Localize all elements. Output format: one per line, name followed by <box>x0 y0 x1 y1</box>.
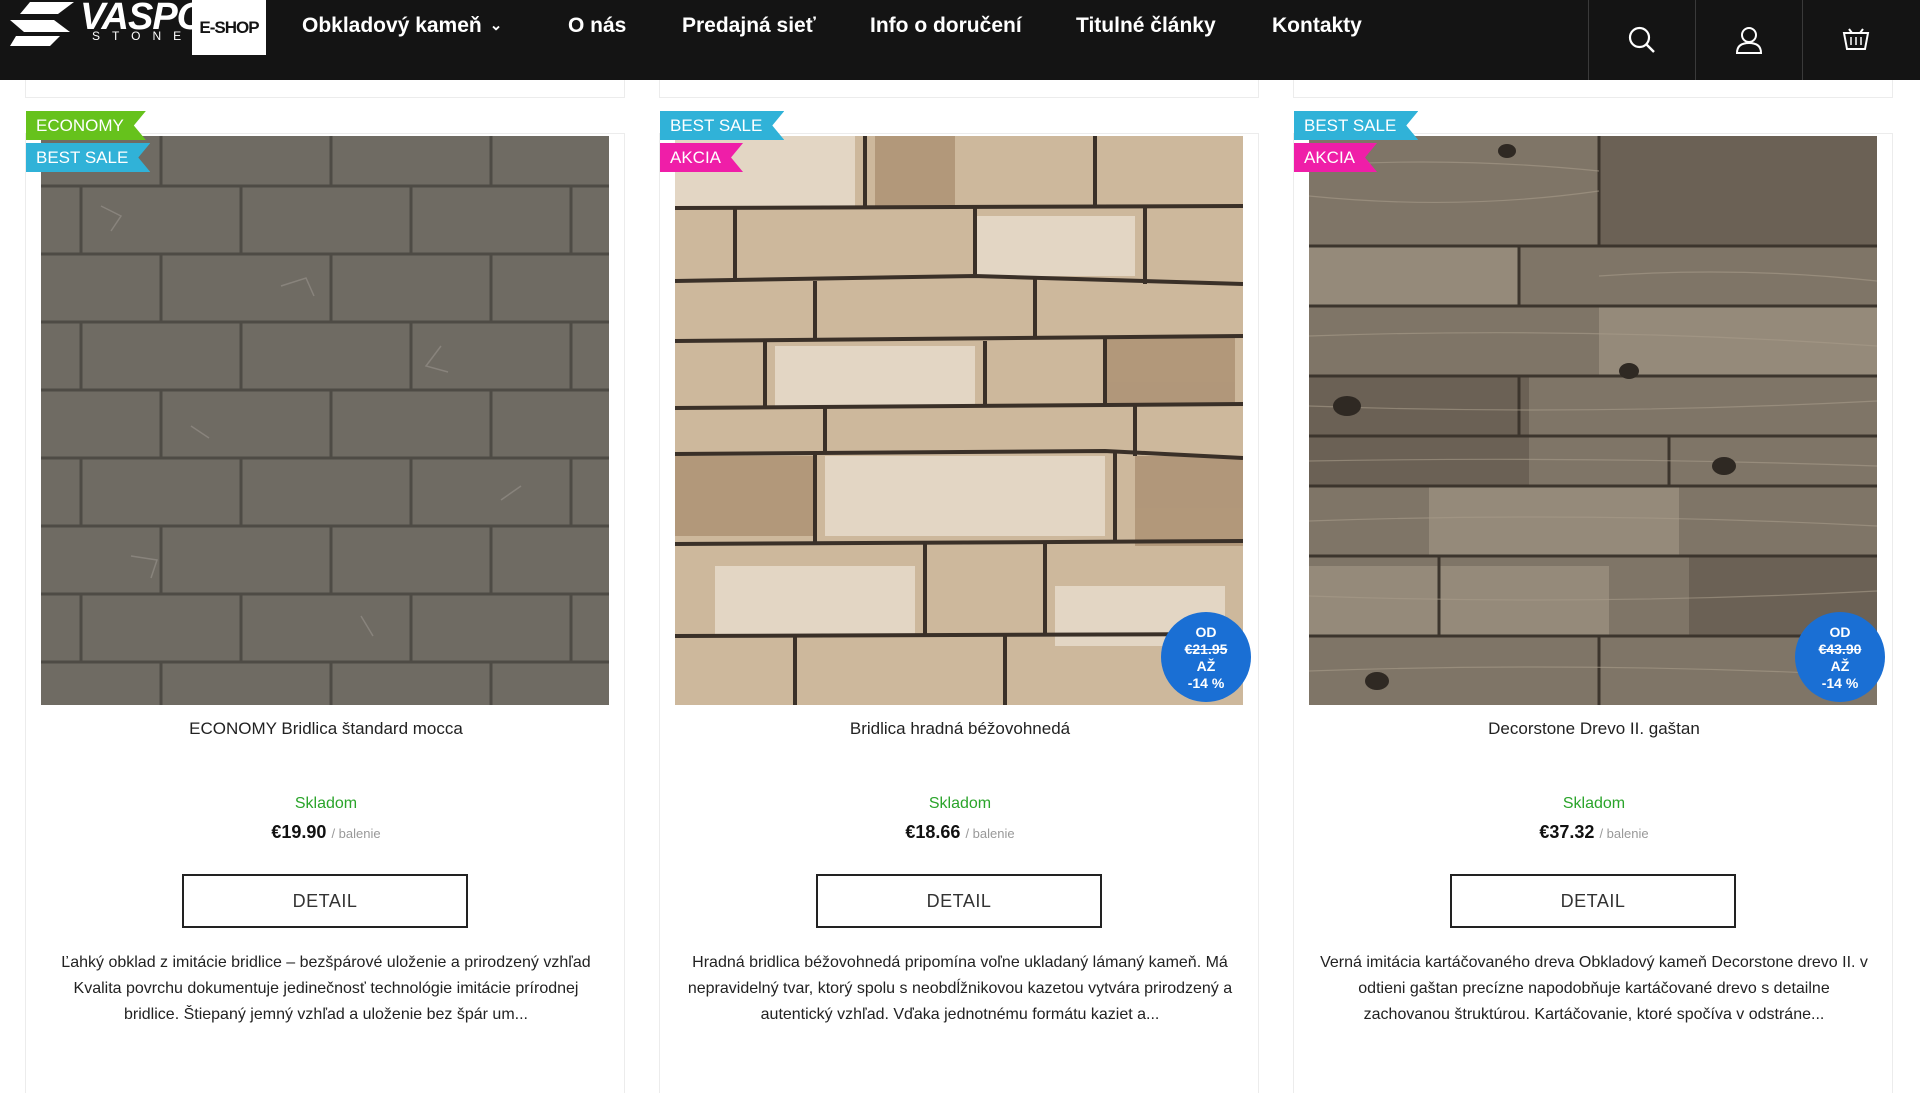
cart-icon <box>1842 28 1870 50</box>
product-title[interactable]: Decorstone Drevo II. gaštan <box>1294 719 1894 739</box>
product-title[interactable]: ECONOMY Bridlica štandard mocca <box>26 719 626 739</box>
product-image[interactable] <box>1309 136 1877 705</box>
logo-mark-icon <box>10 2 74 46</box>
chevron-down-icon: ⌄ <box>489 17 503 34</box>
best-sale-badge: BEST SALE <box>1294 111 1418 140</box>
discount-from: OD <box>1829 624 1851 640</box>
product-card: BEST SALE AKCIA OD €21.95 AŽ -14 % Bridl… <box>659 133 1259 1093</box>
nav-item-titulne-clanky[interactable]: Titulné články <box>1076 14 1216 38</box>
product-description: Ľahký obklad z imitácie bridlice – bezšp… <box>61 954 591 1023</box>
previous-card-bottom <box>1293 80 1893 98</box>
product-price: €18.66 / balenie <box>660 822 1260 843</box>
stock-status: Skladom <box>928 795 992 812</box>
vaspo-logo[interactable]: VASPO STONE <box>10 0 206 55</box>
discount-to: AŽ <box>1830 658 1850 674</box>
stock-status: Skladom <box>1562 795 1626 812</box>
stacked-stone-image <box>675 136 1243 705</box>
cart-button[interactable] <box>1802 0 1909 80</box>
detail-button[interactable]: DETAIL <box>816 874 1102 928</box>
product-image[interactable] <box>675 136 1243 705</box>
account-button[interactable] <box>1695 0 1802 80</box>
product-description: Hradná bridlica béžovohnedá pripomína vo… <box>687 954 1233 1023</box>
price-value: €19.90 <box>271 822 327 842</box>
discount-old-price: €43.90 <box>1818 641 1862 657</box>
logo-subtext: STONE <box>92 29 194 43</box>
akcia-badge: AKCIA <box>1294 143 1377 172</box>
product-price: €19.90 / balenie <box>26 822 626 843</box>
nav-item-kontakty[interactable]: Kontakty <box>1272 14 1362 38</box>
discount-percent: -14 % <box>1187 675 1225 691</box>
search-icon <box>1628 26 1655 53</box>
slate-tile-image <box>41 136 609 705</box>
nav-item-label: Obkladový kameň <box>302 14 482 37</box>
product-description: Verná imitácia kartáčovaného dreva Obkla… <box>1320 954 1868 1023</box>
akcia-badge: AKCIA <box>660 143 743 172</box>
product-card: ECONOMY BEST SALE ECONOMY Bridlica štand… <box>25 133 625 1093</box>
economy-badge: ECONOMY <box>26 111 146 140</box>
price-unit: / balenie <box>1599 826 1649 841</box>
price-unit: / balenie <box>965 826 1015 841</box>
stock-status: Skladom <box>294 795 358 812</box>
search-button[interactable] <box>1588 0 1695 80</box>
discount-badge: OD €43.90 AŽ -14 % <box>1795 612 1885 702</box>
product-title[interactable]: Bridlica hradná béžovohnedá <box>660 719 1260 739</box>
top-navbar: VASPO STONE E-SHOP Obkladový kameň ⌄ O ná… <box>0 0 1920 80</box>
discount-old-price: €21.95 <box>1184 641 1228 657</box>
user-icon <box>1735 27 1763 54</box>
best-sale-badge: BEST SALE <box>660 111 784 140</box>
detail-button[interactable]: DETAIL <box>1450 874 1736 928</box>
nav-item-obkladovy-kamen[interactable]: Obkladový kameň ⌄ <box>302 14 502 38</box>
wood-planks-image <box>1309 136 1877 705</box>
price-unit: / balenie <box>331 826 381 841</box>
nav-item-predajna-siet[interactable]: Predajná sieť <box>682 14 816 38</box>
price-value: €18.66 <box>905 822 961 842</box>
nav-item-o-nas[interactable]: O nás <box>568 14 626 38</box>
product-card: BEST SALE AKCIA OD €43.90 AŽ -14 % Decor… <box>1293 133 1893 1093</box>
discount-badge: OD €21.95 AŽ -14 % <box>1161 612 1251 702</box>
discount-from: OD <box>1195 624 1217 640</box>
product-price: €37.32 / balenie <box>1294 822 1894 843</box>
nav-item-info-o-doruceni[interactable]: Info o doručení <box>870 14 1022 38</box>
detail-button[interactable]: DETAIL <box>182 874 468 928</box>
previous-card-bottom <box>25 80 625 98</box>
eshop-label[interactable]: E-SHOP <box>192 0 266 55</box>
previous-card-bottom <box>659 80 1259 98</box>
best-sale-badge: BEST SALE <box>26 143 150 172</box>
discount-percent: -14 % <box>1821 675 1859 691</box>
price-value: €37.32 <box>1539 822 1595 842</box>
discount-to: AŽ <box>1196 658 1216 674</box>
product-image[interactable] <box>41 136 609 705</box>
